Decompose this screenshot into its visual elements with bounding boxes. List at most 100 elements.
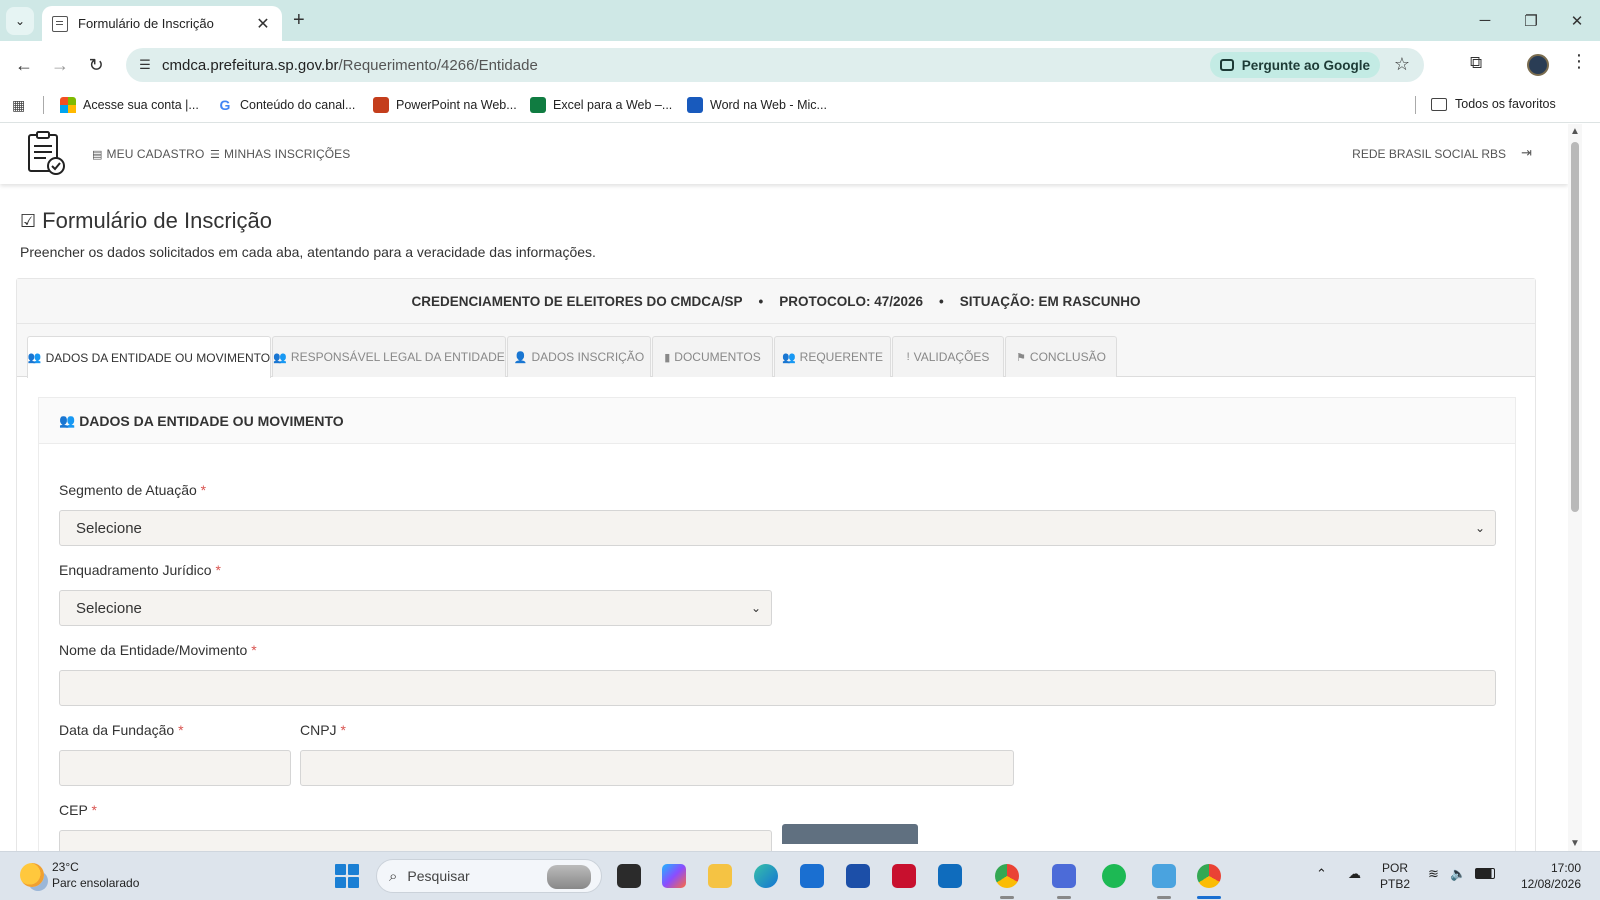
users-icon: 👥 [27, 352, 42, 364]
wifi-icon[interactable]: ≋ [1428, 866, 1439, 882]
edge-icon[interactable] [754, 864, 778, 888]
cep-search-button[interactable] [782, 824, 918, 844]
bookmark-item[interactable]: PowerPoint na Web... [373, 97, 517, 113]
tab-validacoes[interactable]: ! VALIDAÇÕES [892, 336, 1004, 377]
tab-requerente[interactable]: 👥 REQUERENTE [774, 336, 891, 377]
word-icon [687, 97, 703, 113]
segmento-selected: Selecione [76, 519, 142, 537]
required-mark: * [340, 722, 346, 738]
bookmark-item[interactable]: Acesse sua conta |... [60, 97, 199, 113]
clipboard-check-logo-icon[interactable] [26, 130, 66, 176]
cep-input[interactable] [59, 830, 772, 851]
outlook-icon[interactable] [938, 864, 962, 888]
all-favorites-button[interactable]: Todos os favoritos [1431, 97, 1556, 111]
language-indicator[interactable]: POR PTB2 [1380, 860, 1410, 892]
store-icon[interactable] [800, 864, 824, 888]
running-indicator [1000, 896, 1014, 899]
scroll-down-icon[interactable]: ▼ [1570, 838, 1580, 849]
site-settings-icon[interactable]: ☰ [128, 48, 162, 82]
browser-menu-icon[interactable]: ⋮ [1570, 51, 1588, 72]
bookmark-item[interactable]: G Conteúdo do canal... [217, 97, 356, 113]
nav-minhas-inscricoes-label: MINHAS INSCRIÇÕES [223, 147, 351, 161]
tab-documentos[interactable]: ▮ DOCUMENTOS [652, 336, 773, 377]
chrome-icon[interactable] [1197, 864, 1221, 888]
url-path: /Requerimento/4266/Entidade [338, 56, 538, 74]
mcafee-icon[interactable] [892, 864, 916, 888]
volume-icon[interactable]: 🔈 [1450, 866, 1466, 882]
weather-widget[interactable]: 23°C Parc ensolarado [20, 859, 139, 891]
minimize-icon[interactable]: ─ [1462, 0, 1508, 41]
new-tab-button[interactable]: + [293, 9, 305, 32]
bookmark-separator [1415, 96, 1416, 114]
task-view-icon[interactable] [617, 864, 641, 888]
clock[interactable]: 17:00 12/08/2026 [1513, 860, 1581, 892]
tab-label: DOCUMENTOS [674, 350, 761, 364]
taskbar-search[interactable]: ⌕ Pesquisar [376, 859, 602, 893]
page-subtitle: Preencher os dados solicitados em cada a… [20, 244, 596, 260]
bookmark-item[interactable]: Word na Web - Mic... [687, 97, 827, 113]
profile-avatar[interactable] [1527, 54, 1549, 76]
nav-minhas-inscricoes[interactable]: ☰ MINHAS INSCRIÇÕES [210, 147, 350, 161]
app-icon[interactable] [846, 864, 870, 888]
tab-conclusao[interactable]: ⚑ CONCLUSÃO [1005, 336, 1117, 377]
cnpj-input[interactable] [300, 750, 1014, 786]
show-hidden-icons-icon[interactable]: ⌃ [1316, 866, 1327, 882]
nome-entidade-input[interactable] [59, 670, 1496, 706]
tab-label: CONCLUSÃO [1029, 350, 1106, 364]
nav-meu-cadastro[interactable]: ▤ MEU CADASTRO [92, 147, 204, 161]
tab-dados-entidade[interactable]: 👥 DADOS DA ENTIDADE OU MOVIMENTO [27, 336, 271, 378]
data-fundacao-input[interactable] [59, 750, 291, 786]
nome-label-text: Nome da Entidade/Movimento [59, 642, 248, 658]
bookmark-item[interactable]: Excel para a Web –... [530, 97, 672, 113]
situacao-text: SITUAÇÃO: EM RASCUNHO [959, 293, 1141, 309]
spotify-icon[interactable] [1102, 864, 1126, 888]
close-window-icon[interactable]: ✕ [1554, 0, 1600, 41]
browser-tab-title: Formulário de Inscrição [78, 16, 214, 31]
address-bar[interactable]: ☰ cmdca.prefeitura.sp.gov.br/Requeriment… [126, 48, 1424, 82]
apps-grid-icon[interactable]: ▦ [12, 97, 25, 114]
browser-toolbar: ← → ↻ ☰ cmdca.prefeitura.sp.gov.br/Reque… [0, 41, 1600, 89]
browser-tabstrip: ⌄ Formulário de Inscrição ✕ + ─ ❐ ✕ [0, 0, 1600, 41]
back-icon[interactable]: ← [12, 53, 36, 77]
photos-icon[interactable] [1152, 864, 1176, 888]
battery-icon[interactable] [1475, 868, 1495, 879]
copilot-icon[interactable] [662, 864, 686, 888]
segmento-select[interactable]: Selecione ⌄ [59, 510, 1496, 546]
bookmark-label: Excel para a Web –... [553, 98, 673, 112]
tab-search-button[interactable]: ⌄ [6, 7, 34, 35]
folder-icon [1431, 97, 1447, 111]
extensions-icon[interactable]: ⧉ [1470, 53, 1482, 73]
reload-icon[interactable]: ↻ [84, 53, 108, 77]
scroll-up-icon[interactable]: ▲ [1570, 126, 1580, 137]
bookmark-label: Word na Web - Mic... [710, 98, 827, 112]
temperature: 23°C [52, 860, 79, 874]
onedrive-icon[interactable]: ☁ [1348, 866, 1361, 882]
weather-condition: Parc ensolarado [52, 876, 140, 890]
bookmark-label: PowerPoint na Web... [396, 98, 517, 112]
enquadramento-label-text: Enquadramento Jurídico [59, 562, 212, 578]
window-controls: ─ ❐ ✕ [1462, 0, 1600, 41]
page-scrollbar[interactable]: ▲ ▼ [1568, 124, 1582, 851]
cnpj-label: CNPJ * [300, 722, 346, 738]
search-placeholder: Pesquisar [407, 868, 470, 884]
close-tab-icon[interactable]: ✕ [254, 14, 272, 34]
windows-start-icon[interactable] [335, 864, 359, 888]
excel-icon [530, 97, 546, 113]
file-explorer-icon[interactable] [708, 864, 732, 888]
logout-icon[interactable]: ⇥ [1521, 145, 1532, 161]
scroll-thumb[interactable] [1571, 142, 1579, 512]
users-icon: 👥 [59, 412, 76, 428]
teams-icon[interactable] [1052, 864, 1076, 888]
user-name[interactable]: REDE BRASIL SOCIAL RBS [1352, 147, 1506, 161]
chrome-icon[interactable] [995, 864, 1019, 888]
bookmark-star-icon[interactable]: ☆ [1394, 54, 1410, 75]
tab-responsavel-legal[interactable]: 👥 RESPONSÁVEL LEGAL DA ENTIDADE [272, 336, 506, 377]
ask-google-button[interactable]: Pergunte ao Google [1209, 52, 1380, 78]
page-title-text: Formulário de Inscrição [42, 208, 273, 233]
tab-dados-inscricao[interactable]: 👤 DADOS INSCRIÇÃO [507, 336, 651, 377]
restore-icon[interactable]: ❐ [1508, 0, 1554, 41]
enquadramento-select[interactable]: Selecione ⌄ [59, 590, 772, 626]
browser-tab-active[interactable]: Formulário de Inscrição ✕ [42, 6, 282, 41]
forward-icon[interactable]: → [48, 53, 72, 77]
required-mark: * [91, 802, 97, 818]
